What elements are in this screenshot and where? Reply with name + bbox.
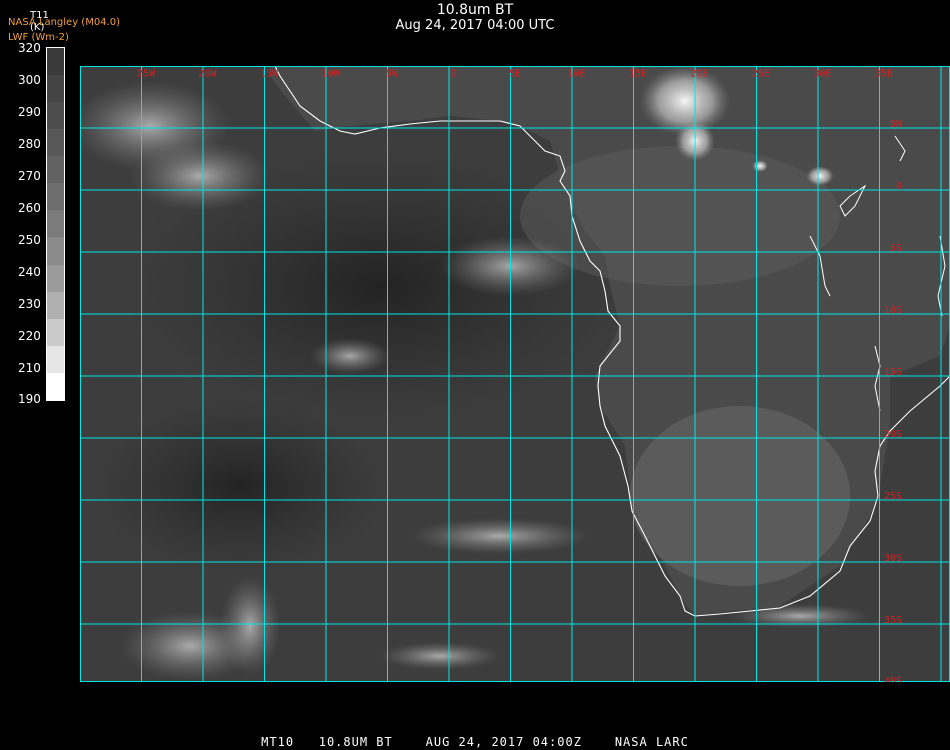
scale-swatch	[47, 183, 64, 211]
latitude-label: 30S	[884, 553, 902, 564]
scale-tick-label: 230	[18, 297, 41, 311]
scale-tick-label: 210	[18, 361, 41, 375]
scale-tick-label: 250	[18, 233, 41, 247]
footer-caption: MT10 10.8UM BT AUG 24, 2017 04:00Z NASA …	[261, 735, 689, 749]
scale-tick-label: 260	[18, 201, 41, 215]
scale-swatch	[47, 129, 64, 157]
scale-swatch	[47, 318, 64, 346]
latitude-label: 5N	[890, 119, 902, 130]
cloud-band	[220, 576, 280, 676]
land-warm-region	[630, 406, 850, 586]
latitude-label: 25S	[884, 491, 902, 502]
scale-swatch	[47, 156, 64, 184]
longitude-label: 0	[450, 68, 456, 79]
deep-convection	[806, 166, 834, 186]
longitude-label: 30E	[813, 68, 831, 79]
scale-tick-label: 270	[18, 169, 41, 183]
scale-tick-label: 240	[18, 265, 41, 279]
longitude-label: 25E	[752, 68, 770, 79]
scale-swatch	[47, 102, 64, 130]
scale-tick-label: 290	[18, 105, 41, 119]
scale-swatch	[47, 48, 64, 76]
scale-swatch	[47, 75, 64, 103]
latitude-label: 10S	[884, 305, 902, 316]
longitude-label: 5W	[386, 68, 399, 79]
latitude-label: 20S	[884, 429, 902, 440]
scale-tick-label: 300	[18, 73, 41, 87]
cloud-band	[130, 141, 270, 211]
map-canvas: 25W 20W 15W 10W 5W 0 5E 10E 15E 20E 25E 30E 35E 5N 0 5S…	[80, 66, 950, 682]
latitude-label: 35S	[884, 615, 902, 626]
longitude-label: 5E	[509, 68, 521, 79]
scale-tick-label: 280	[18, 137, 41, 151]
longitude-label: 15E	[629, 68, 647, 79]
scale-swatch	[47, 237, 64, 265]
cloud-band	[380, 642, 500, 670]
scale-swatch	[47, 291, 64, 319]
map-title: 10.8um BT	[436, 2, 514, 18]
longitude-label: 15W	[260, 68, 279, 79]
satellite-map: 25W 20W 15W 10W 5W 0 5E 10E 15E 20E 25E 30E 35E 5N 0 5S…	[80, 66, 950, 682]
longitude-label: 20E	[690, 68, 708, 79]
longitude-label: 35E	[875, 68, 893, 79]
scale-swatch	[47, 345, 64, 373]
longitude-label: 25W	[137, 68, 156, 79]
longitude-label: 10E	[567, 68, 585, 79]
scale-tick-label: 190	[18, 392, 41, 406]
latitude-label: 15S	[884, 367, 902, 378]
scale-tick-label: 220	[18, 329, 41, 343]
longitude-label: 10W	[321, 68, 340, 79]
scale-swatch	[47, 372, 64, 400]
scale-swatch	[47, 264, 64, 292]
map-datetime: Aug 24, 2017 04:00 UTC	[395, 18, 555, 33]
longitude-label: 20W	[198, 68, 217, 79]
scale-swatch	[47, 210, 64, 238]
source-credit: NASA Langley (M04.0)	[8, 17, 120, 28]
dark-ocean-region	[90, 396, 390, 576]
scale-tick-label: 320	[18, 41, 41, 55]
latitude-label: 40S	[884, 676, 902, 682]
latitude-label: 5S	[890, 243, 902, 254]
cloud-band	[310, 338, 390, 374]
latitude-label: 0	[896, 181, 902, 192]
cloud-band	[410, 518, 590, 554]
scale-unit: (K)	[30, 22, 45, 33]
scale-variable: T11	[30, 10, 49, 21]
deep-convection	[752, 160, 768, 172]
color-scale-bar	[46, 47, 65, 401]
